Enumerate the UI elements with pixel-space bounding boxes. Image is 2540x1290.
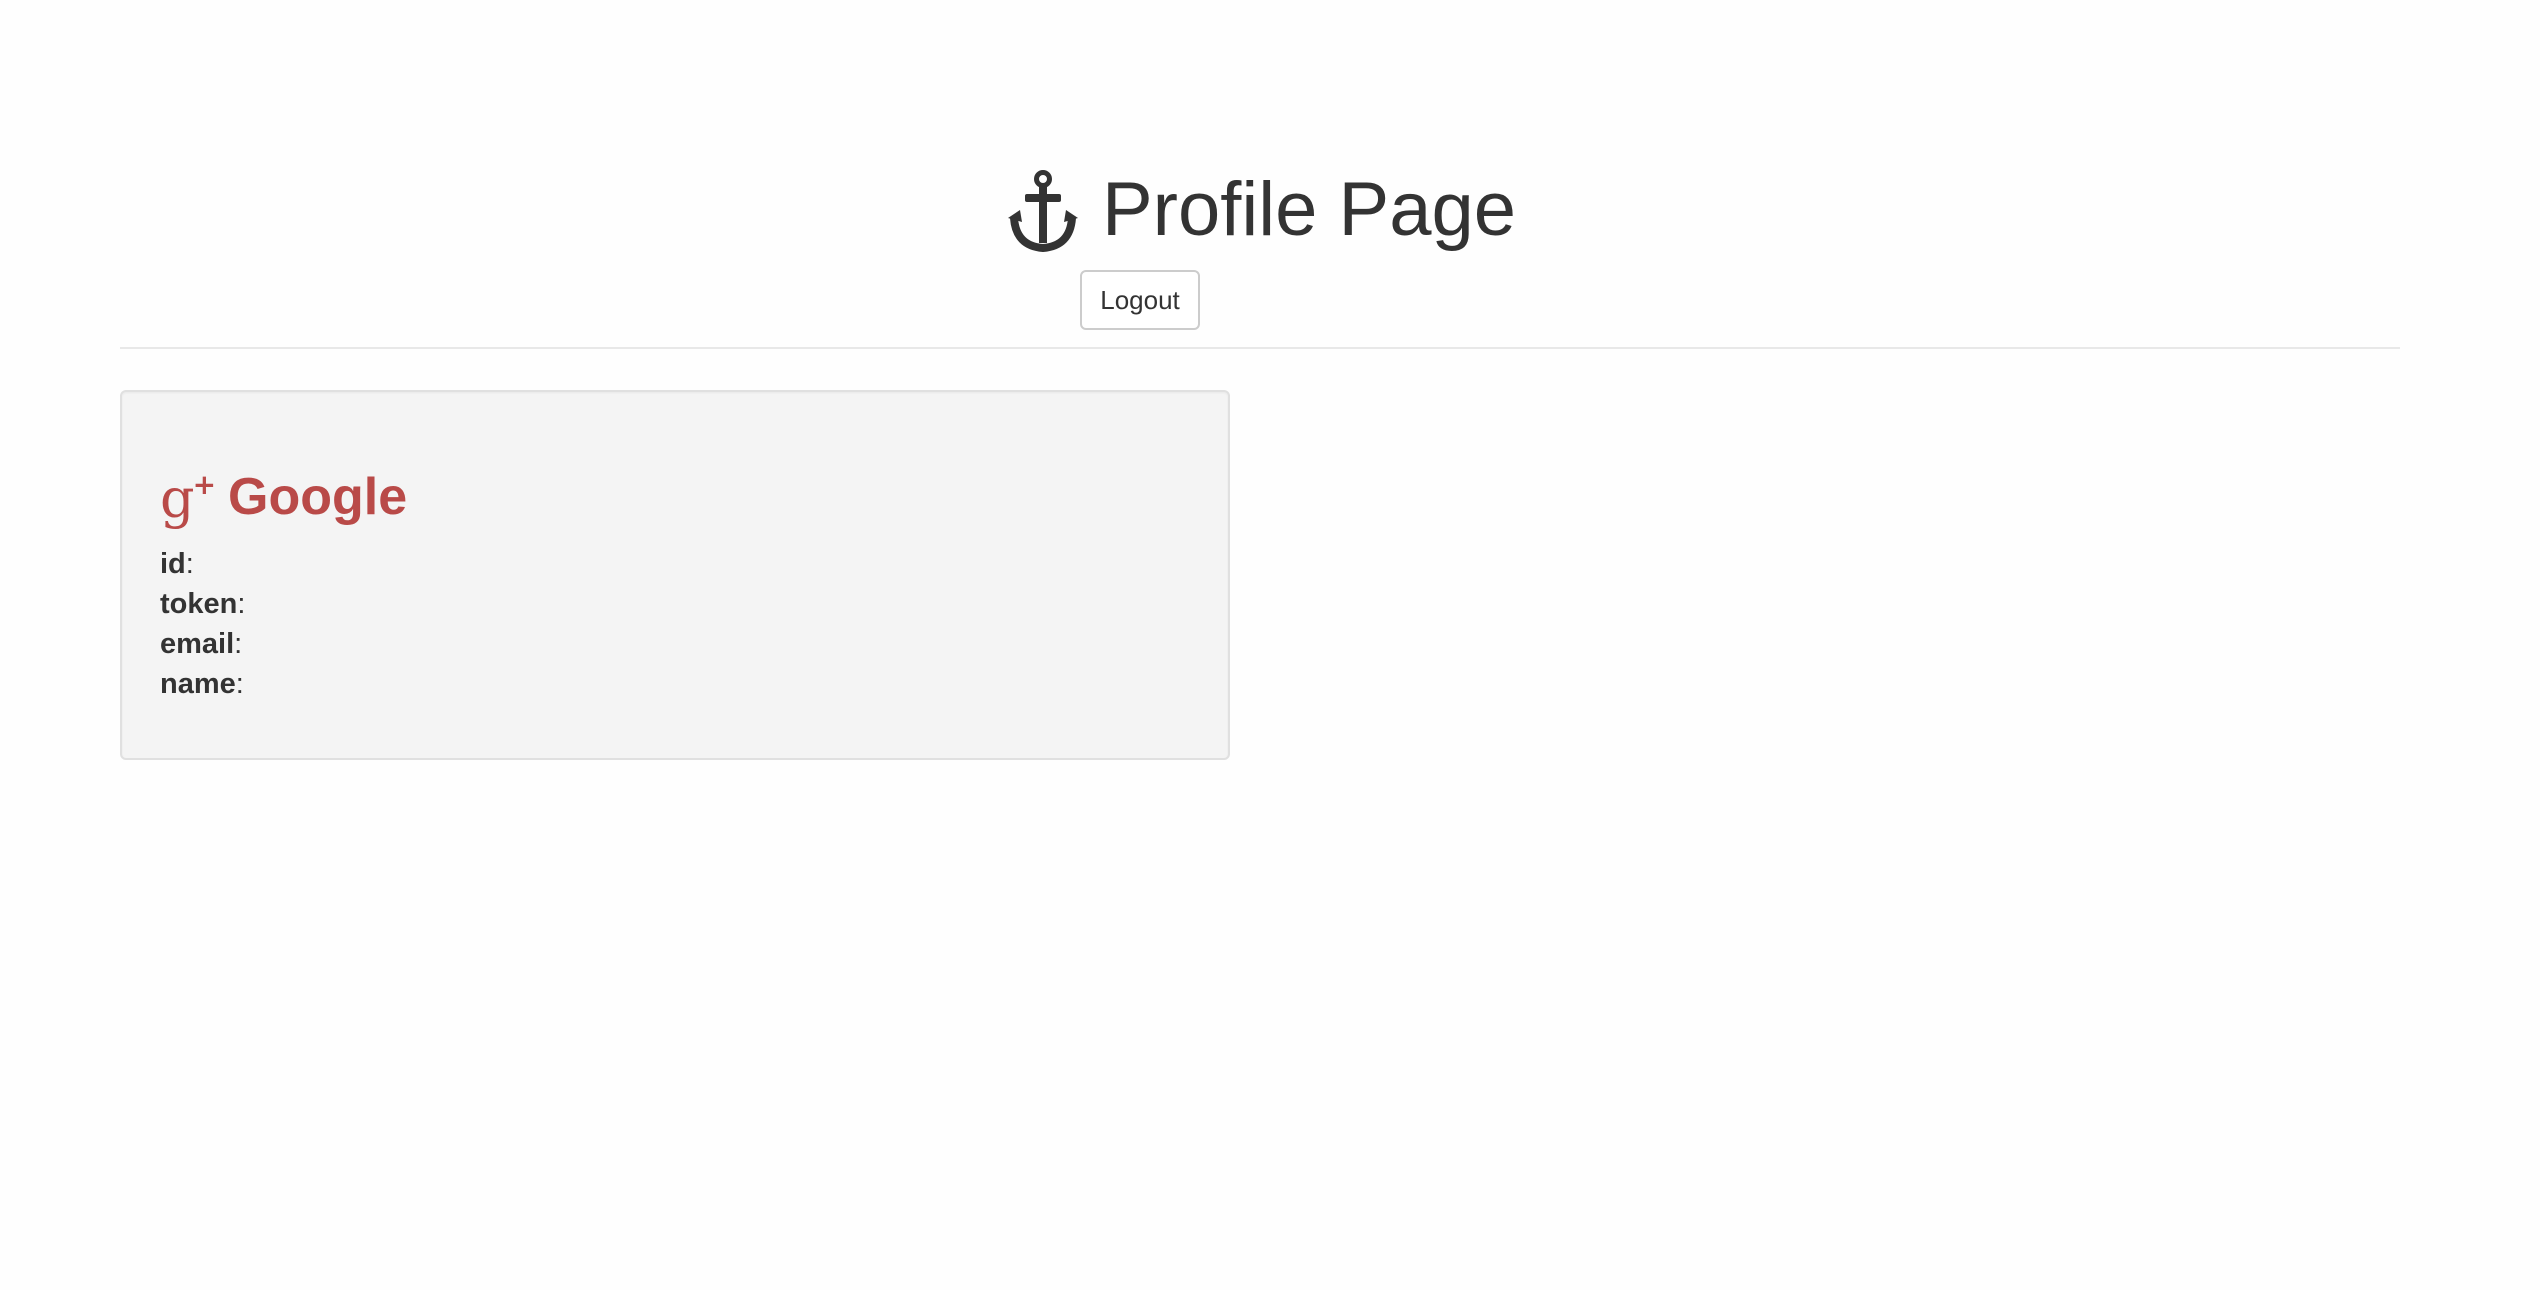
google-account-card: g+ Google id: token: email: name: [120, 390, 1230, 760]
field-email-separator: : [234, 628, 243, 660]
field-name-separator: : [235, 668, 244, 700]
field-token-label: token [160, 588, 238, 620]
google-heading-text: Google [228, 468, 408, 526]
anchor-icon [1004, 170, 1082, 254]
page-title-text: Profile Page [1101, 167, 1517, 252]
google-plus-icon: g+ [160, 467, 216, 530]
page-title: Profile Page [120, 162, 2400, 258]
logout-button[interactable]: Logout [1080, 270, 1200, 330]
field-token-separator: : [237, 588, 246, 620]
field-id-separator: : [185, 548, 194, 580]
google-field-list: id: token: email: name: [160, 544, 245, 704]
header-divider [120, 347, 2400, 349]
google-heading: g+ Google [160, 467, 408, 530]
field-id: id: [160, 544, 245, 584]
field-token: token: [160, 584, 245, 624]
field-name-label: name [160, 668, 236, 700]
field-id-label: id [160, 548, 186, 580]
field-email: email: [160, 624, 245, 664]
profile-page: Profile Page Logout g+ Google id: token:… [0, 0, 2540, 1290]
field-name: name: [160, 664, 245, 704]
field-email-label: email [160, 628, 235, 660]
